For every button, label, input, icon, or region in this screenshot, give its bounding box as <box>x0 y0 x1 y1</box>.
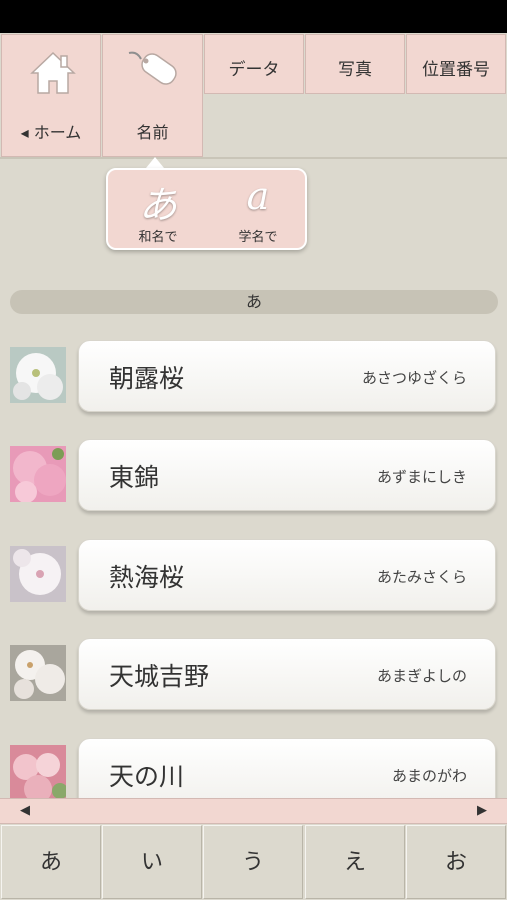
kana-button-i[interactable]: い <box>102 825 202 899</box>
name-label: 名前 <box>136 123 169 142</box>
list-item[interactable]: 東錦 あずまにしき <box>0 439 507 515</box>
kana-button-o[interactable]: お <box>406 825 506 899</box>
home-icon <box>30 51 76 94</box>
scroll-right-icon[interactable]: ▶ <box>477 803 487 818</box>
japanese-glyph-icon: あ <box>138 183 177 227</box>
list-item[interactable]: 天城吉野 あまぎよしの <box>0 638 507 714</box>
japanese-name-caption: 和名で <box>138 230 178 245</box>
tab-data-label: データ <box>228 60 280 80</box>
cultivar-card[interactable]: 天城吉野 あまぎよしの <box>78 638 496 710</box>
home-label: ◂ ホーム <box>20 123 82 142</box>
scroll-left-icon[interactable]: ◀ <box>20 803 30 818</box>
cultivar-reading: あたみさくら <box>376 568 467 586</box>
tab-photo-label: 写真 <box>338 60 372 80</box>
list-item[interactable]: 熱海桜 あたみさくら <box>0 539 507 615</box>
tab-data[interactable]: データ <box>204 34 304 94</box>
horizontal-scrollbar[interactable]: ◀ ▶ <box>0 798 507 824</box>
tag-icon <box>128 51 177 85</box>
flower-thumbnail <box>10 546 66 602</box>
scientific-name-caption: 学名で <box>238 230 278 245</box>
section-header: あ <box>10 290 498 314</box>
tab-position-label: 位置番号 <box>422 60 490 80</box>
popup-pointer <box>146 157 164 168</box>
cultivar-name: 天城吉野 <box>109 662 210 691</box>
cultivar-reading: あさつゆざくら <box>361 369 467 387</box>
flower-thumbnail <box>10 645 66 701</box>
cultivar-card[interactable]: 東錦 あずまにしき <box>78 439 496 511</box>
home-button[interactable]: ◂ ホーム <box>1 34 101 157</box>
kana-button-e[interactable]: え <box>305 825 405 899</box>
flower-thumbnail <box>10 446 66 502</box>
cultivar-name: 朝露桜 <box>109 364 185 393</box>
sort-popup: あ 和名で a 学名で <box>106 168 307 250</box>
tab-position-number[interactable]: 位置番号 <box>406 34 506 94</box>
list-item[interactable]: 朝露桜 あさつゆざくら <box>0 340 507 416</box>
cultivar-reading: あまぎよしの <box>376 667 467 685</box>
cultivar-card[interactable]: 熱海桜 あたみさくら <box>78 539 496 611</box>
cultivar-name: 東錦 <box>109 463 160 492</box>
status-bar <box>0 0 507 33</box>
kana-button-u[interactable]: う <box>203 825 303 899</box>
kana-index-bar: あ い う え お <box>0 824 507 900</box>
cultivar-name: 熱海桜 <box>109 563 185 592</box>
cultivar-reading: あずまにしき <box>376 468 467 486</box>
latin-glyph-icon: a <box>246 174 270 218</box>
name-tab[interactable]: 名前 <box>102 34 203 157</box>
flower-thumbnail <box>10 745 66 801</box>
tab-photo[interactable]: 写真 <box>305 34 405 94</box>
flower-thumbnail <box>10 347 66 403</box>
cultivar-card[interactable]: 朝露桜 あさつゆざくら <box>78 340 496 412</box>
sort-by-scientific-name[interactable]: a 学名で <box>208 170 308 252</box>
top-navigation: ◂ ホーム 名前 データ 写真 位置番号 <box>0 33 507 159</box>
kana-button-a[interactable]: あ <box>1 825 101 899</box>
sort-by-japanese-name[interactable]: あ 和名で <box>108 170 208 252</box>
cultivar-reading: あまのがわ <box>391 767 467 785</box>
cultivar-name: 天の川 <box>109 762 185 791</box>
